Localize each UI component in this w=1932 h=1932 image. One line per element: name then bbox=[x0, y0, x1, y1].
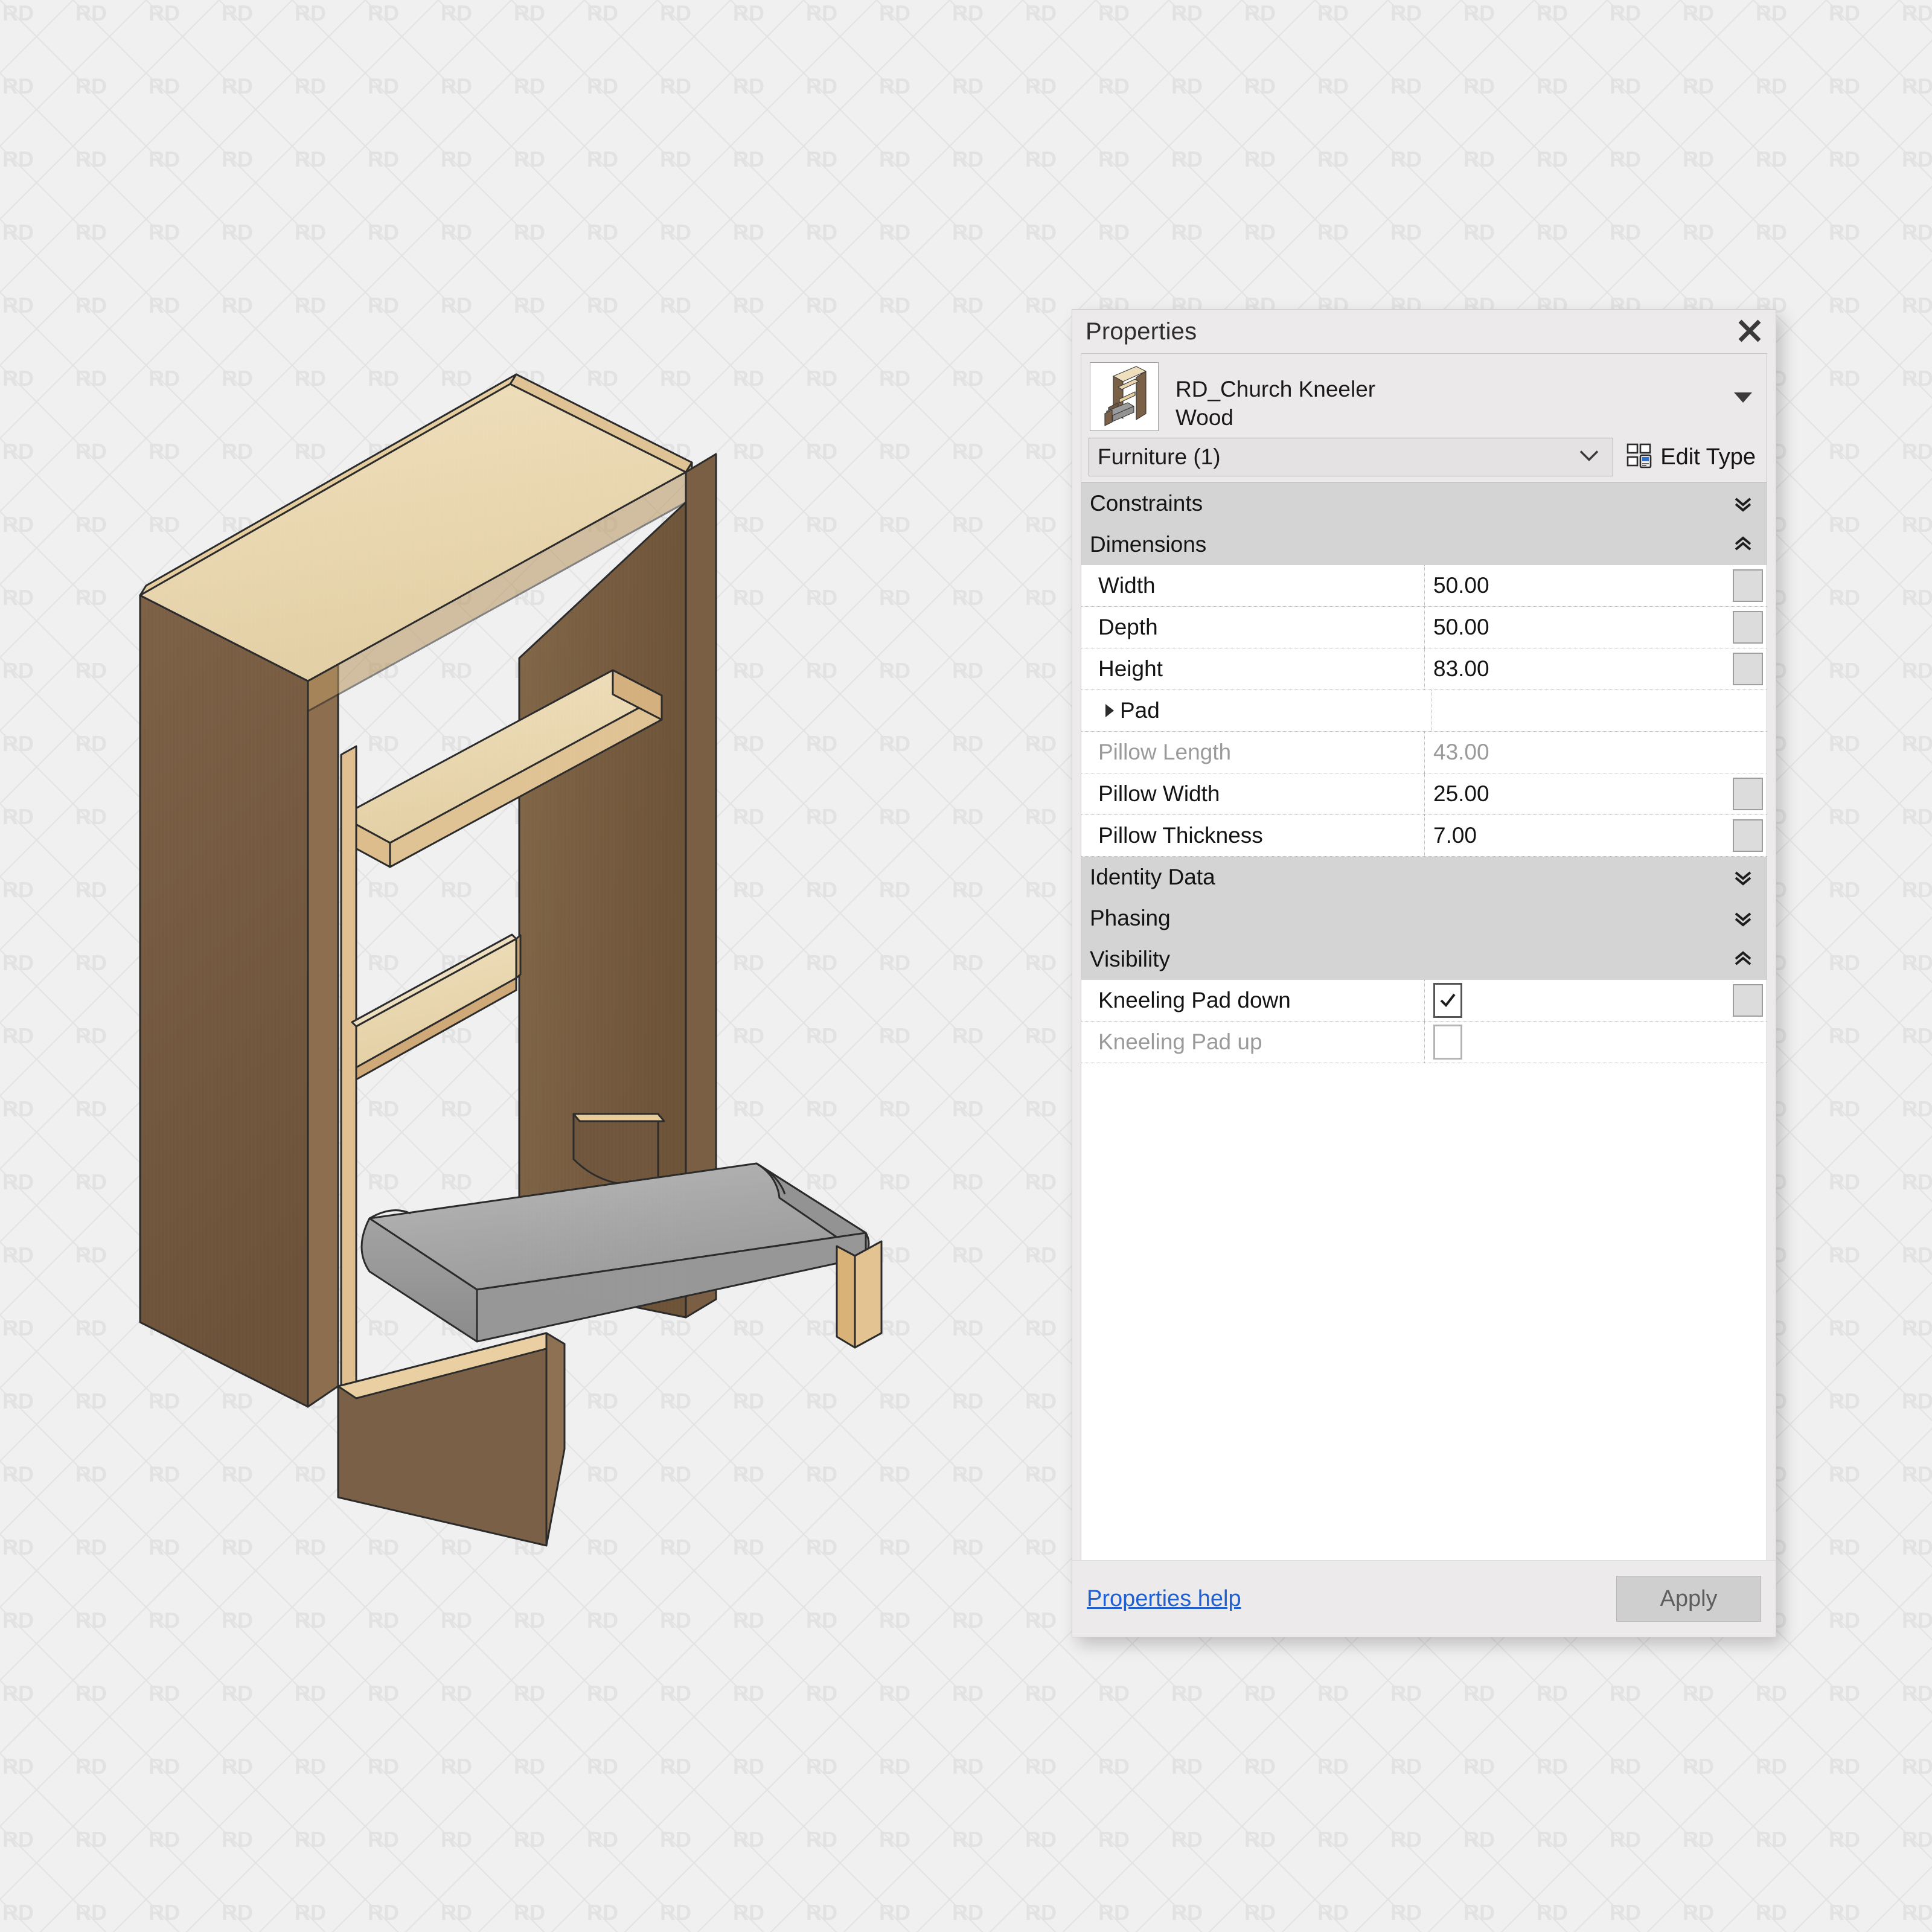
unit-format-button[interactable] bbox=[1733, 653, 1763, 685]
property-value-text: 83.00 bbox=[1433, 656, 1489, 682]
property-name: Kneeling Pad up bbox=[1081, 1022, 1425, 1063]
property-row[interactable]: Pad bbox=[1081, 690, 1767, 732]
property-value[interactable]: 50.00 bbox=[1425, 565, 1733, 606]
property-checkbox[interactable] bbox=[1433, 983, 1462, 1018]
property-value[interactable]: 43.00 bbox=[1425, 732, 1735, 773]
property-value[interactable]: 25.00 bbox=[1425, 773, 1733, 814]
property-name: Height bbox=[1081, 648, 1425, 689]
unit-format-button[interactable] bbox=[1733, 611, 1763, 644]
property-name: Pillow Width bbox=[1081, 773, 1425, 814]
chevron-double-down-icon[interactable] bbox=[1733, 493, 1753, 514]
type-family-name: RD_Church Kneeler bbox=[1176, 376, 1375, 404]
palette-title: Properties bbox=[1072, 318, 1197, 345]
property-name-label: Depth bbox=[1098, 615, 1158, 640]
property-group-header[interactable]: Dimensions bbox=[1081, 524, 1767, 565]
property-name-label: Width bbox=[1098, 573, 1156, 598]
expand-caret-icon[interactable] bbox=[1105, 704, 1114, 717]
property-name-label: Pillow Width bbox=[1098, 781, 1220, 807]
property-value[interactable] bbox=[1425, 980, 1733, 1021]
unit-format-placeholder bbox=[1735, 694, 1763, 727]
property-checkbox[interactable] bbox=[1433, 1025, 1462, 1060]
chevron-double-up-icon[interactable] bbox=[1733, 949, 1753, 970]
property-row[interactable]: Depth 50.00 bbox=[1081, 607, 1767, 648]
property-group-header[interactable]: Visibility bbox=[1081, 939, 1767, 980]
type-name-block: RD_Church Kneeler Wood bbox=[1176, 362, 1375, 432]
property-name-label: Pad bbox=[1120, 698, 1160, 723]
property-group-label: Identity Data bbox=[1081, 865, 1215, 890]
palette-body: RD_Church Kneeler Wood Furniture (1) bbox=[1081, 353, 1767, 1560]
property-name: Pillow Length bbox=[1081, 732, 1425, 773]
property-grid-empty-area bbox=[1081, 1063, 1767, 1560]
palette-footer: Properties help Apply bbox=[1072, 1560, 1776, 1637]
property-name: Width bbox=[1081, 565, 1425, 606]
unit-format-button[interactable] bbox=[1733, 778, 1763, 810]
apply-button[interactable]: Apply bbox=[1616, 1576, 1761, 1622]
property-row[interactable]: Kneeling Pad up bbox=[1081, 1022, 1767, 1063]
close-icon[interactable] bbox=[1732, 313, 1767, 348]
property-grid: Constraints Dimensions Width 50.00 Depth 50.0… bbox=[1081, 482, 1767, 1560]
property-value[interactable] bbox=[1432, 690, 1735, 731]
property-name: Depth bbox=[1081, 607, 1425, 648]
model-3d-viewport[interactable] bbox=[0, 0, 1063, 1932]
property-row[interactable]: Pillow Length 43.00 bbox=[1081, 732, 1767, 773]
property-value[interactable] bbox=[1425, 1022, 1735, 1063]
property-name-label: Pillow Length bbox=[1098, 740, 1231, 765]
property-row[interactable]: Pillow Width 25.00 bbox=[1081, 773, 1767, 815]
property-row[interactable]: Pillow Thickness 7.00 bbox=[1081, 815, 1767, 857]
property-group-label: Constraints bbox=[1081, 491, 1203, 516]
category-select[interactable]: Furniture (1) bbox=[1089, 438, 1613, 476]
unit-format-button[interactable] bbox=[1733, 819, 1763, 852]
unit-format-placeholder bbox=[1735, 1026, 1763, 1058]
edit-type-label: Edit Type bbox=[1660, 444, 1756, 470]
edit-type-icon bbox=[1627, 443, 1653, 472]
property-group-header[interactable]: Phasing bbox=[1081, 898, 1767, 939]
property-name-label: Pillow Thickness bbox=[1098, 823, 1263, 848]
chevron-down-icon[interactable] bbox=[1734, 392, 1752, 403]
palette-titlebar: Properties bbox=[1072, 310, 1776, 353]
category-select-value: Furniture (1) bbox=[1089, 444, 1221, 470]
property-name: Kneeling Pad down bbox=[1081, 980, 1425, 1021]
property-name-label: Kneeling Pad down bbox=[1098, 988, 1291, 1013]
unit-format-button[interactable] bbox=[1733, 984, 1763, 1017]
property-value[interactable]: 83.00 bbox=[1425, 648, 1733, 689]
properties-palette: Properties bbox=[1072, 309, 1776, 1637]
property-value[interactable]: 50.00 bbox=[1425, 607, 1733, 648]
property-group-label: Dimensions bbox=[1081, 532, 1206, 557]
chevron-double-down-icon[interactable] bbox=[1733, 867, 1753, 888]
property-row[interactable]: Height 83.00 bbox=[1081, 648, 1767, 690]
type-variant-name: Wood bbox=[1176, 404, 1375, 432]
property-value[interactable]: 7.00 bbox=[1425, 815, 1733, 856]
property-name-label: Kneeling Pad up bbox=[1098, 1029, 1262, 1055]
church-kneeler-3d-model bbox=[0, 0, 1063, 1932]
chevron-down-icon bbox=[1579, 449, 1599, 465]
property-value-text: 50.00 bbox=[1433, 615, 1489, 640]
property-group-header[interactable]: Identity Data bbox=[1081, 857, 1767, 898]
properties-help-link[interactable]: Properties help bbox=[1087, 1586, 1241, 1612]
edit-type-button[interactable]: Edit Type bbox=[1627, 443, 1759, 472]
property-name-label: Height bbox=[1098, 656, 1163, 682]
property-group-label: Visibility bbox=[1081, 947, 1170, 972]
property-value-text: 43.00 bbox=[1433, 740, 1489, 765]
property-value-text: 7.00 bbox=[1433, 823, 1477, 848]
type-selector-row: Furniture (1) bbox=[1081, 438, 1767, 482]
property-group-header[interactable]: Constraints bbox=[1081, 483, 1767, 524]
type-header: RD_Church Kneeler Wood bbox=[1081, 354, 1767, 438]
chevron-double-down-icon[interactable] bbox=[1733, 908, 1753, 929]
property-name: Pad bbox=[1081, 690, 1432, 731]
furniture-thumbnail bbox=[1090, 362, 1159, 431]
property-value-text: 50.00 bbox=[1433, 573, 1489, 598]
property-row[interactable]: Width 50.00 bbox=[1081, 565, 1767, 607]
property-row[interactable]: Kneeling Pad down bbox=[1081, 980, 1767, 1022]
property-group-label: Phasing bbox=[1081, 906, 1171, 931]
property-value-text: 25.00 bbox=[1433, 781, 1489, 807]
unit-format-placeholder bbox=[1735, 736, 1763, 769]
unit-format-button[interactable] bbox=[1733, 569, 1763, 602]
property-name: Pillow Thickness bbox=[1081, 815, 1425, 856]
chevron-double-up-icon[interactable] bbox=[1733, 534, 1753, 555]
